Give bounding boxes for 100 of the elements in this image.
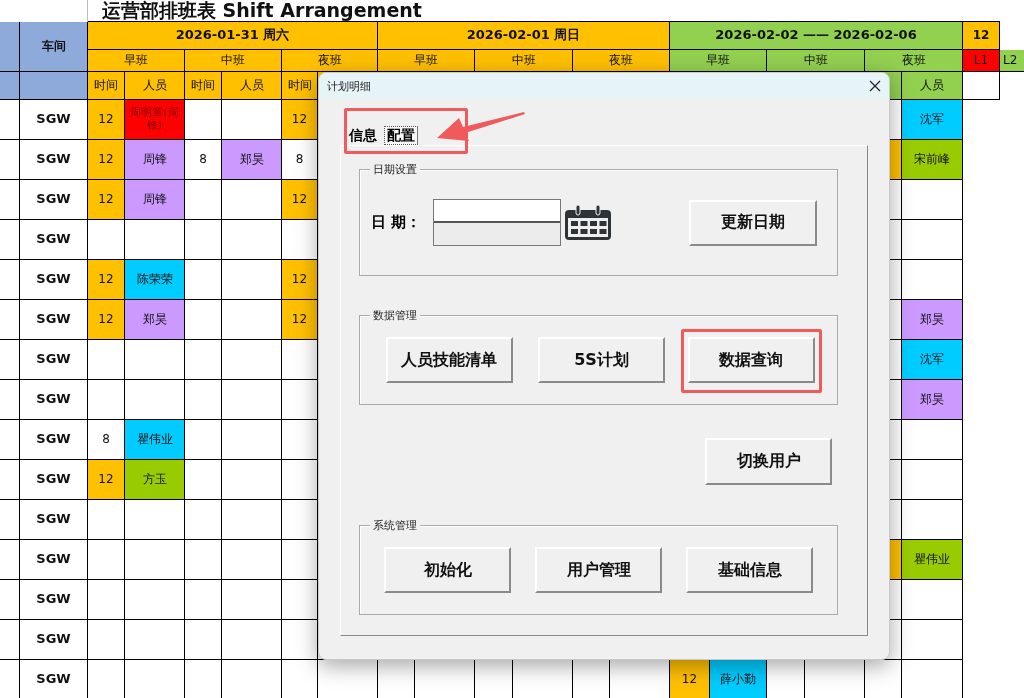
column-header: L2	[1000, 50, 1024, 72]
table-cell	[902, 620, 963, 660]
group-title: 系统管理	[370, 518, 420, 533]
table-cell	[222, 620, 282, 660]
tab[interactable]: 配置	[384, 126, 418, 145]
window-title: 计划明细	[327, 78, 371, 94]
close-icon[interactable]	[869, 80, 881, 92]
table-cell	[0, 220, 20, 260]
column-header: 夜班	[865, 50, 963, 72]
column-header: 时间	[185, 72, 222, 100]
table-cell	[88, 580, 125, 620]
column-header: 夜班	[282, 50, 378, 72]
column-header: L1	[963, 50, 1000, 72]
column-header: 人员	[125, 72, 185, 100]
table-cell: 12	[88, 140, 125, 180]
button[interactable]: 用户管理	[535, 547, 662, 593]
table-cell	[0, 500, 20, 540]
table-cell	[902, 460, 963, 500]
table-cell	[222, 220, 282, 260]
tab[interactable]: 信息	[346, 126, 380, 145]
header-cell	[0, 72, 20, 100]
table-cell: SGW	[20, 220, 88, 260]
table-cell: 周明章(周锋)	[125, 100, 185, 140]
table-cell	[125, 540, 185, 580]
button[interactable]: 基础信息	[686, 547, 813, 593]
table-cell: 沈军	[902, 340, 963, 380]
table-cell: 12	[88, 100, 125, 140]
table-cell: 郑昊	[125, 300, 185, 340]
table-cell	[0, 180, 20, 220]
column-header: 2026-02-01 周日	[378, 22, 670, 50]
table-cell	[0, 580, 20, 620]
table-cell	[125, 500, 185, 540]
table-cell	[0, 540, 20, 580]
table-cell: SGW	[20, 380, 88, 420]
table-cell: 12	[88, 260, 125, 300]
header-cell	[963, 72, 1000, 100]
button[interactable]: 5S计划	[538, 337, 665, 383]
table-cell: 郑昊	[902, 380, 963, 420]
column-header: 时间	[88, 72, 125, 100]
button[interactable]: 更新日期	[689, 199, 817, 246]
table-cell	[902, 180, 963, 220]
table-cell	[0, 620, 20, 660]
table-cell: 12	[282, 100, 318, 140]
button[interactable]: 初始化	[384, 547, 511, 593]
column-header: 时间	[282, 72, 318, 100]
table-cell	[222, 460, 282, 500]
table-cell	[185, 540, 222, 580]
button[interactable]: 人员技能清单	[385, 337, 513, 383]
table-cell	[222, 340, 282, 380]
button[interactable]: 切换用户	[705, 438, 832, 485]
button[interactable]: 数据查询	[687, 337, 815, 383]
table-cell: 12	[282, 180, 318, 220]
table-cell: 12	[670, 660, 710, 698]
table-cell: 周锋	[125, 180, 185, 220]
table-cell	[222, 500, 282, 540]
table-cell	[88, 620, 125, 660]
table-cell	[222, 420, 282, 460]
table-cell: 12	[88, 180, 125, 220]
table-cell: 12	[88, 460, 125, 500]
table-cell	[185, 420, 222, 460]
table-cell: SGW	[20, 540, 88, 580]
column-header: 2026-01-31 周六	[88, 22, 378, 50]
table-cell: SGW	[20, 620, 88, 660]
table-cell	[88, 500, 125, 540]
table-cell: SGW	[20, 340, 88, 380]
group-title: 数据管理	[370, 308, 420, 323]
table-cell	[0, 100, 20, 140]
header-cell	[0, 22, 20, 72]
table-cell	[0, 260, 20, 300]
table-cell	[902, 220, 963, 260]
table-cell: SGW	[20, 580, 88, 620]
table-cell	[185, 500, 222, 540]
date-field[interactable]	[433, 199, 562, 246]
table-cell	[125, 620, 185, 660]
column-header: 早班	[670, 50, 767, 72]
table-cell: 12	[282, 260, 318, 300]
table-cell: SGW	[20, 500, 88, 540]
table-cell	[902, 420, 963, 460]
table-cell	[0, 420, 20, 460]
column-header: 中班	[185, 50, 282, 72]
table-cell	[0, 380, 20, 420]
table-cell	[125, 580, 185, 620]
column-header: 人员	[902, 72, 963, 100]
table-cell	[0, 140, 20, 180]
column-header: 早班	[88, 50, 185, 72]
table-cell	[185, 580, 222, 620]
column-header: 车间	[20, 22, 88, 72]
table-cell	[185, 460, 222, 500]
table-cell	[125, 340, 185, 380]
table-cell	[185, 260, 222, 300]
table-cell	[185, 100, 222, 140]
table-cell: 12	[88, 300, 125, 340]
table-cell	[185, 380, 222, 420]
table-cell	[902, 580, 963, 620]
table-cell: SGW	[20, 420, 88, 460]
column-header: 12	[963, 22, 1000, 50]
column-header: 2026-02-02 —— 2026-02-06	[670, 22, 963, 50]
table-cell	[185, 340, 222, 380]
column-header: 中班	[767, 50, 865, 72]
table-cell: 瞿伟业	[125, 420, 185, 460]
